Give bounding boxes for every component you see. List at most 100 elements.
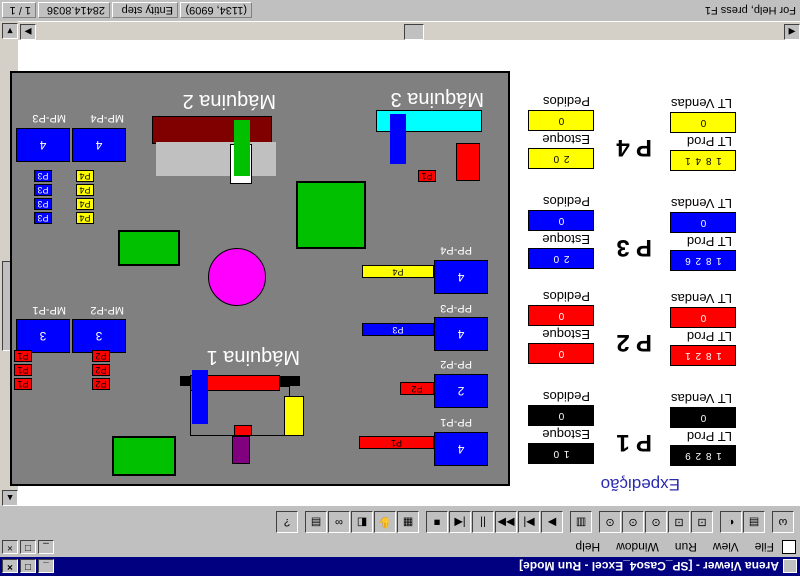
zoom-fit-button[interactable]: ⊡ [691,511,713,533]
scroll-left-arrow-icon[interactable]: ◀ [784,24,800,40]
menu-help[interactable]: Help [575,540,600,554]
machine1-tool [232,436,250,464]
menu-view[interactable]: View [713,540,739,554]
mp-p3-part: P3 [34,212,52,224]
mp-p1-part: P1 [14,364,32,376]
doc-close-button[interactable]: × [2,540,18,554]
view-button[interactable]: ▦ [397,511,419,533]
stop-button[interactable]: ■ [426,511,448,533]
panel-pedidos-label: Pedidos [543,289,590,304]
toolbar: ω ▤ ◐ ⊡ ⊡ ⊙ ⊙ ⊙ ▥ ▶ ▶| ▶▶ || |◀ ■ ▦ ✋ ◧ … [0,508,800,536]
document-icon[interactable] [782,540,796,554]
panel-lt-prod-value: 1 8 2 1 [670,345,736,366]
horizontal-scrollbar[interactable]: ◀ ▶ [18,22,800,40]
mp-p4-part: P4 [76,184,94,196]
minimize-button[interactable]: _ [38,559,54,574]
green-area-bottom [112,436,176,476]
pp-p2-label: PP-P2 [440,358,472,370]
panel-pedidos-value: 0 [528,305,594,326]
mp-p2-queue: 3 [72,319,126,353]
pause-button[interactable]: || [472,511,494,533]
expedicao-label: Expedição [600,475,680,494]
machine1-label: Máquina 1 [206,346,300,368]
zoom-in-button[interactable]: ⊙ [645,511,667,533]
zoom-previous-button[interactable]: ⊙ [599,511,621,533]
pp-p3-label: PP-P3 [440,302,472,314]
panel-lt-prod-value: 1 8 2 6 [670,250,736,271]
windows-button[interactable]: ◧ [351,511,373,533]
mp-p1-label: MP-P1 [32,304,66,316]
pp-p4-label: PP-P4 [440,244,472,256]
window-title: Arena Viewer - [SP_Caso4_Excel - Run Mod… [519,559,779,574]
green-area-left [118,230,180,266]
help-button[interactable]: ? [276,511,298,533]
panel-estoque-label: Estoque [542,327,590,342]
pan-button[interactable]: ✋ [374,511,396,533]
p1-part-m3: P1 [418,170,436,182]
scroll-right-arrow-icon[interactable]: ▶ [20,24,36,40]
close-button[interactable]: × [2,559,18,574]
panel-lt-prod-label: LT Prod [686,134,732,149]
arena-app-icon[interactable] [783,559,797,574]
arena-tool-icon[interactable]: ω [772,511,794,533]
panel-lt-vendas-label: LT Vendas [671,291,732,306]
machine1-part-icon [234,425,252,436]
mp-p2-part: P2 [92,378,110,390]
panel-lt-prod-label: LT Prod [686,234,732,249]
status-time: 28414.8036 [38,2,110,18]
layers-button[interactable]: ▥ [570,511,592,533]
panel-lt-prod-value: 1 8 2 9 [670,445,736,466]
panel-pedidos-label: Pedidos [543,94,590,109]
panel-estoque-label: Estoque [542,427,590,442]
panel-lt-vendas-label: LT Vendas [671,96,732,111]
panel-lt-prod-label: LT Prod [686,329,732,344]
menu-run[interactable]: Run [675,540,697,554]
go-button[interactable]: ▶ [541,511,563,533]
pp-p3-parts: P3 [362,323,434,336]
machine2-frame [156,142,276,176]
doc-minimize-button[interactable]: _ [38,540,54,554]
pp-p3-queue: 4 [434,317,488,351]
restart-button[interactable]: |◀ [449,511,471,533]
step-button[interactable]: ▶| [518,511,540,533]
mp-p2-part: P2 [92,364,110,376]
worker1-icon [192,370,208,424]
panel-pedidos-value: 0 [528,210,594,231]
mp-p4-part: P4 [76,198,94,210]
link-button[interactable]: ∞ [328,511,350,533]
machine3-panel [456,143,480,181]
panel-estoque-value: 2 0 [528,248,594,269]
zoom-out-button[interactable]: ⊙ [622,511,644,533]
maximize-button[interactable]: □ [20,559,36,574]
panel-product-label: P 3 [616,234,652,261]
machine2-body [152,116,272,144]
window-titlebar: Arena Viewer - [SP_Caso4_Excel - Run Mod… [0,557,800,576]
pp-p2-parts: P2 [400,382,434,395]
queue-circle [208,248,266,306]
worker3-icon [390,114,406,164]
worker2-icon [234,120,250,176]
menu-window[interactable]: Window [616,540,659,554]
panel-pedidos-value: 0 [528,405,594,426]
panel-estoque-label: Estoque [542,232,590,247]
pp-p1-label: PP-P1 [440,416,472,428]
menu-file[interactable]: File [755,540,774,554]
machine3-label: Máquina 3 [390,88,484,110]
print-button[interactable]: ▤ [743,511,765,533]
pp-p4-queue: 4 [434,260,488,294]
report-button[interactable]: ▤ [305,511,327,533]
scroll-down-arrow-icon[interactable]: ▼ [2,23,18,39]
pp-p1-parts: P1 [359,436,434,449]
zoom-window-button[interactable]: ⊡ [668,511,690,533]
panel-pedidos-label: Pedidos [543,389,590,404]
panel-lt-prod-label: LT Prod [686,429,732,444]
mp-p2-part: P2 [92,350,110,362]
panel-pedidos-label: Pedidos [543,194,590,209]
panel-estoque-value: 0 [528,343,594,364]
preview-button[interactable]: ◐ [720,511,742,533]
scroll-up-arrow-icon[interactable]: ▲ [2,490,18,506]
doc-restore-button[interactable]: □ [20,540,36,554]
hscroll-thumb[interactable] [404,24,424,40]
fast-forward-button[interactable]: ▶▶ [495,511,517,533]
status-coords: (1134, 6909) [180,2,252,18]
